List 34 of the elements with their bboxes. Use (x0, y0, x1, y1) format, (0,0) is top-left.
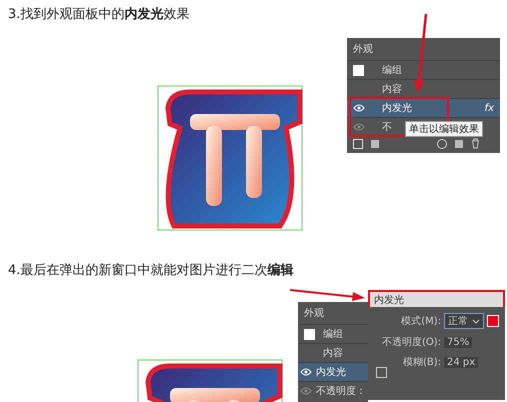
panel-title: 外观 (352, 43, 374, 57)
step-text: 4.最后在弹出的新窗口中就能对图片进行二次编辑 (7, 262, 294, 280)
fx-label: fx (484, 102, 494, 114)
no-sign-icon[interactable] (437, 138, 447, 148)
trash-icon[interactable] (471, 138, 480, 149)
mode-dropdown[interactable]: 正常 (444, 313, 484, 329)
chevron-icon (472, 319, 480, 324)
opacity-field[interactable]: 75% (444, 336, 472, 348)
field-label: 模糊(B): (402, 356, 441, 369)
swatch-icon (304, 328, 315, 340)
blur-field[interactable]: 24 px (444, 356, 478, 368)
filled-square-icon[interactable] (371, 140, 379, 148)
layer-label: 编组 (322, 328, 343, 341)
dialog-title: 内发光 (368, 290, 505, 307)
color-swatch[interactable] (487, 315, 499, 327)
layer-row[interactable]: 内发光 (298, 362, 368, 381)
layer-label: 不透明度： (315, 384, 366, 398)
swatch-icon (353, 64, 364, 76)
square-icon[interactable] (353, 138, 363, 148)
layer-label: 内容 (322, 346, 343, 360)
step-text: 3.找到外观面板中的内发光效果 (7, 6, 190, 24)
layer-label: 不 (381, 121, 392, 134)
preview-checkbox[interactable] (376, 367, 387, 378)
panel-title: 外观 (303, 307, 325, 321)
layer-label: 内容 (381, 82, 402, 96)
field-label: 不透明度(O): (380, 336, 441, 349)
layer-row[interactable]: 编组 (298, 324, 368, 343)
layer-label: 编组 (381, 64, 402, 77)
layer-label: 内发光 (381, 102, 412, 115)
layer-row[interactable]: 内发光 fx (347, 98, 500, 117)
layer-label: 内发光 (315, 366, 346, 379)
tooltip: 单击以编辑效果 (405, 121, 483, 137)
layer-row[interactable]: 编组 (347, 60, 500, 79)
field-label: 模式(M): (400, 314, 441, 328)
